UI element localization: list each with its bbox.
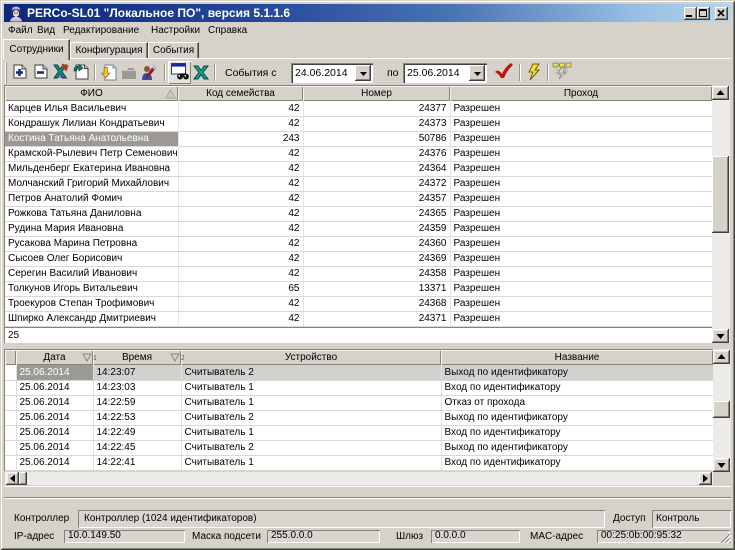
svg-text:2: 2 [181,355,184,362]
svg-text:1: 1 [93,355,96,362]
